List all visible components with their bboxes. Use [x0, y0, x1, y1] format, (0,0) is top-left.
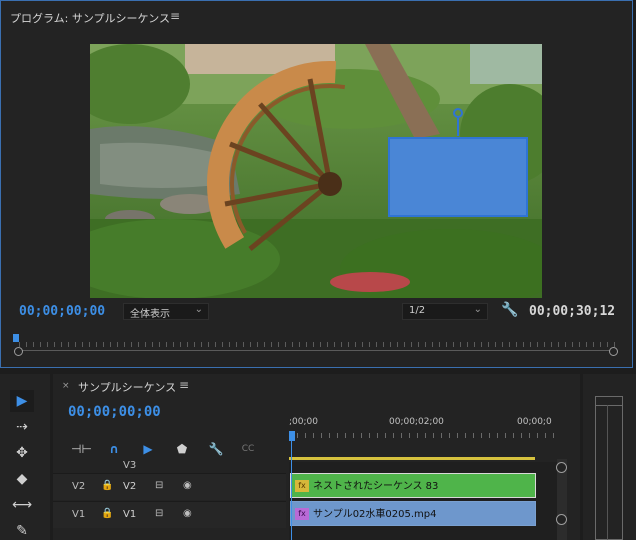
sync-lock-icon[interactable]: ⊟ — [155, 508, 163, 519]
track-select-tool-icon[interactable]: ⇢ — [10, 416, 34, 438]
ruler-label: ;00;00 — [289, 417, 318, 427]
wrench-icon[interactable]: 🔧 — [207, 440, 225, 458]
fx-badge: fx — [295, 508, 309, 520]
add-marker-icon[interactable]: ⬟ — [173, 440, 191, 458]
monitor-time-ruler[interactable] — [19, 342, 615, 352]
scroll-handle-left[interactable] — [14, 347, 23, 356]
captions-icon[interactable]: CC — [239, 440, 257, 458]
scroll-handle-right[interactable] — [609, 347, 618, 356]
selection-tool-icon[interactable]: ▶ — [10, 390, 34, 412]
wrench-icon[interactable]: 🔧 — [501, 302, 518, 318]
clip-label: ネストされたシーケンス 83 — [313, 481, 439, 492]
insert-nest-icon[interactable]: ⊣⊢ — [71, 440, 92, 458]
ripple-edit-tool-icon[interactable]: ✥ — [10, 442, 34, 464]
hamburger-icon[interactable]: ≡ — [170, 9, 180, 23]
track-name-v2[interactable]: V2 — [123, 481, 136, 492]
zoom-select[interactable]: 全体表示 ⌄ — [123, 303, 209, 320]
audio-meter — [595, 396, 623, 540]
resolution-select[interactable]: 1/2 ⌄ — [402, 303, 488, 320]
hamburger-icon[interactable]: ≡ — [179, 378, 189, 392]
track-header-v1 — [53, 501, 286, 528]
close-icon[interactable]: × — [62, 381, 70, 391]
slip-tool-icon[interactable]: ⟷ — [10, 494, 34, 516]
video-clip[interactable]: fx サンプル02水車0205.mp4 — [290, 501, 536, 526]
eye-icon[interactable]: ◉ — [183, 480, 192, 491]
timeline-playhead[interactable] — [289, 431, 295, 441]
ruler-ticks — [289, 433, 556, 438]
ruler-label: 00;00;0 — [517, 417, 552, 427]
eye-icon[interactable]: ◉ — [183, 508, 192, 519]
scroll-handle-bottom[interactable] — [556, 514, 567, 525]
resolution-select-value: 1/2 — [409, 305, 426, 316]
tools-panel: ▶ ⇢ ✥ ◆ ⟷ ✎ — [0, 374, 50, 540]
program-monitor-panel: プログラム: サンプルシーケンス ≡ 00;00;00;00 全体表示 ⌄ 1/… — [0, 0, 633, 368]
fx-badge: fx — [295, 480, 309, 492]
track-name-v3[interactable]: V3 — [123, 460, 136, 471]
timeline-time-ruler[interactable]: ;00;00 00;00;02;00 00;00;0 — [289, 411, 556, 441]
timeline-timecode[interactable]: 00;00;00;00 — [68, 404, 161, 420]
razor-tool-icon[interactable]: ◆ — [10, 468, 34, 490]
zoom-select-value: 全体表示 — [130, 309, 170, 320]
sync-lock-icon[interactable]: ⊟ — [155, 480, 163, 491]
audio-meter-panel — [583, 374, 636, 540]
snap-icon[interactable]: ∩ — [105, 440, 123, 458]
timeline-toolbar: ⊣⊢ ∩ ▶ ⬟ 🔧 CC — [53, 440, 283, 460]
chevron-down-icon: ⌄ — [194, 304, 203, 315]
ruler-label: 00;00;02;00 — [389, 417, 444, 427]
nested-sequence-clip[interactable]: fx ネストされたシーケンス 83 — [290, 473, 536, 498]
scroll-handle-top[interactable] — [556, 462, 567, 473]
monitor-playhead[interactable] — [13, 334, 19, 342]
timeline-tab-title[interactable]: サンプルシーケンス — [78, 379, 176, 395]
transform-handle-top[interactable] — [453, 108, 463, 118]
ruler-baseline — [19, 350, 615, 351]
timeline-panel: × サンプルシーケンス ≡ 00;00;00;00 ⊣⊢ ∩ ▶ ⬟ 🔧 CC … — [53, 374, 580, 540]
lock-icon[interactable]: 🔒 — [101, 508, 113, 519]
overlay-shape[interactable] — [388, 137, 528, 217]
source-patch-v1[interactable]: V1 — [72, 509, 85, 520]
track-name-v1[interactable]: V1 — [123, 509, 136, 520]
meter-channel-left — [596, 405, 608, 540]
pen-tool-icon[interactable]: ✎ — [10, 520, 34, 540]
duration-timecode: 00;00;30;12 — [529, 304, 616, 319]
current-timecode[interactable]: 00;00;00;00 — [19, 304, 105, 319]
video-preview[interactable] — [90, 44, 542, 298]
linked-selection-icon[interactable]: ▶ — [139, 440, 157, 458]
ruler-ticks — [19, 342, 615, 347]
playhead-line — [291, 440, 292, 540]
source-patch-v2[interactable]: V2 — [72, 481, 85, 492]
lock-icon[interactable]: 🔒 — [101, 480, 113, 491]
clip-label: サンプル02水車0205.mp4 — [313, 509, 437, 520]
program-monitor-title[interactable]: プログラム: サンプルシーケンス — [10, 10, 170, 26]
work-area-bar[interactable] — [289, 457, 535, 460]
chevron-down-icon: ⌄ — [473, 304, 482, 315]
track-header-v2 — [53, 473, 286, 500]
transform-handle-line — [457, 118, 459, 136]
